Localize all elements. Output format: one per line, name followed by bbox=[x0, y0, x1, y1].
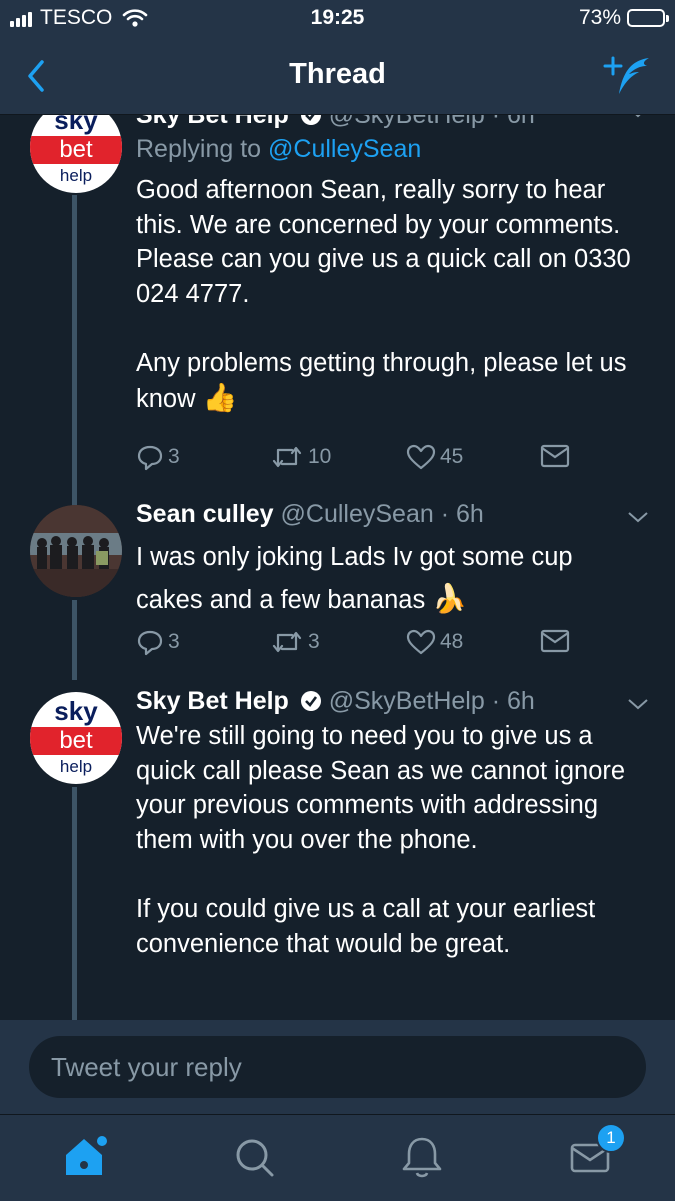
notification-badge: 1 bbox=[596, 1123, 626, 1153]
retweet-count: 3 bbox=[308, 630, 320, 653]
banana-emoji: 🍌 bbox=[432, 583, 468, 614]
envelope-icon bbox=[540, 629, 570, 653]
battery-icon bbox=[627, 9, 669, 27]
tweet-header: Sky Bet Help @SkyBetHelp · 6h bbox=[136, 687, 535, 716]
avatar-photo bbox=[30, 505, 122, 597]
retweet-button[interactable]: 3 bbox=[270, 628, 320, 656]
tweet-text: We're still going to need you to give us… bbox=[136, 719, 646, 961]
retweet-icon bbox=[272, 631, 302, 653]
logo-sky-text: sky bbox=[54, 696, 98, 726]
verified-icon bbox=[300, 691, 321, 711]
tab-home[interactable] bbox=[56, 1129, 116, 1185]
retweet-button[interactable]: 10 bbox=[270, 443, 331, 471]
like-button[interactable]: 45 bbox=[406, 443, 463, 471]
dm-share-button[interactable] bbox=[540, 443, 574, 469]
display-name[interactable]: Sky Bet Help bbox=[136, 687, 289, 715]
home-icon bbox=[66, 1136, 107, 1175]
tweet-actions: 3 3 48 bbox=[136, 628, 636, 664]
logo-sky-text: sky bbox=[54, 115, 98, 135]
like-button[interactable]: 48 bbox=[406, 628, 463, 656]
thread-connector bbox=[72, 195, 77, 510]
reply-button[interactable]: 3 bbox=[136, 628, 180, 656]
logo-help-text: help bbox=[59, 166, 93, 185]
replying-to-label: Replying to bbox=[136, 135, 262, 163]
retweet-icon bbox=[272, 446, 302, 468]
bell-icon bbox=[402, 1137, 442, 1178]
tweet-text: I was only joking Lads Iv got some cup c… bbox=[136, 536, 646, 621]
search-icon bbox=[236, 1139, 274, 1177]
tab-messages[interactable]: 1 bbox=[560, 1123, 626, 1185]
tab-notifications[interactable] bbox=[392, 1129, 452, 1185]
tweet-header: Sean culley @CulleySean · 6h bbox=[136, 500, 484, 529]
tweet-paragraph: Good afternoon Sean, really sorry to hea… bbox=[136, 176, 631, 309]
like-count: 45 bbox=[440, 445, 464, 468]
display-name[interactable]: Sky Bet Help bbox=[136, 115, 289, 129]
logo-help-text: help bbox=[59, 757, 93, 776]
status-bar: TESCO 19:25 73% bbox=[0, 0, 675, 38]
avatar[interactable]: sky bet help bbox=[30, 692, 122, 784]
heart-icon bbox=[406, 629, 436, 655]
chevron-down-icon[interactable] bbox=[627, 115, 649, 119]
reply-count: 3 bbox=[168, 630, 180, 653]
reply-button[interactable]: 3 bbox=[136, 443, 180, 471]
tweet-header: Sky Bet Help @SkyBetHelp · 6h bbox=[136, 115, 535, 130]
like-count: 48 bbox=[440, 630, 464, 653]
avatar[interactable] bbox=[30, 505, 122, 597]
tweet[interactable]: sky bet help Sky Bet Help @SkyBetHelp · … bbox=[0, 687, 675, 1020]
reply-input[interactable]: Tweet your reply bbox=[29, 1036, 646, 1098]
battery-indicator: 73% bbox=[578, 6, 669, 30]
chevron-down-icon[interactable] bbox=[627, 697, 649, 711]
tab-search[interactable] bbox=[226, 1129, 286, 1185]
retweet-count: 10 bbox=[308, 445, 332, 468]
reply-icon bbox=[137, 630, 163, 656]
avatar[interactable]: sky bet help bbox=[30, 115, 122, 193]
heart-icon bbox=[406, 444, 436, 470]
navigation-bar: Thread bbox=[0, 38, 675, 115]
thread-connector bbox=[72, 787, 77, 1020]
reply-count: 3 bbox=[168, 445, 180, 468]
logo-bet-text: bet bbox=[30, 136, 122, 164]
tweet-paragraph: We're still going to need you to give us… bbox=[136, 722, 626, 855]
dm-share-button[interactable] bbox=[540, 628, 574, 654]
tweet[interactable]: Sean culley @CulleySean · 6h I was only … bbox=[0, 500, 675, 690]
tab-bar: 1 bbox=[0, 1114, 675, 1201]
tweet[interactable]: sky bet help Sky Bet Help @SkyBetHelp · … bbox=[0, 115, 675, 510]
replying-to-handle[interactable]: @CulleySean bbox=[268, 135, 421, 163]
thread-connector bbox=[72, 600, 77, 680]
tweet-paragraph: I was only joking Lads Iv got some cup c… bbox=[136, 543, 573, 614]
tweet-text: Good afternoon Sean, really sorry to hea… bbox=[136, 173, 646, 416]
thumbs-up-emoji: 👍 bbox=[202, 381, 238, 413]
chevron-down-icon[interactable] bbox=[627, 510, 649, 524]
clock: 19:25 bbox=[310, 6, 365, 29]
tweet-paragraph: If you could give us a call at your earl… bbox=[136, 894, 596, 958]
reply-icon bbox=[137, 445, 163, 471]
tweet-actions: 3 10 45 bbox=[136, 443, 636, 479]
handle: @CulleySean · 6h bbox=[280, 500, 484, 528]
logo-bet-text: bet bbox=[30, 727, 122, 755]
battery-percent: 73% bbox=[578, 6, 621, 29]
page-title: Thread bbox=[289, 58, 386, 90]
envelope-icon bbox=[540, 444, 570, 468]
handle: @SkyBetHelp · 6h bbox=[328, 115, 535, 129]
display-name[interactable]: Sean culley bbox=[136, 500, 274, 528]
thread-list: sky bet help Sky Bet Help @SkyBetHelp · … bbox=[0, 115, 675, 1020]
reply-bar: Tweet your reply bbox=[0, 1020, 675, 1114]
verified-icon bbox=[300, 115, 321, 125]
compose-icon[interactable] bbox=[603, 54, 653, 98]
replying-to: Replying to @CulleySean bbox=[136, 135, 421, 164]
handle: @SkyBetHelp · 6h bbox=[328, 687, 535, 715]
